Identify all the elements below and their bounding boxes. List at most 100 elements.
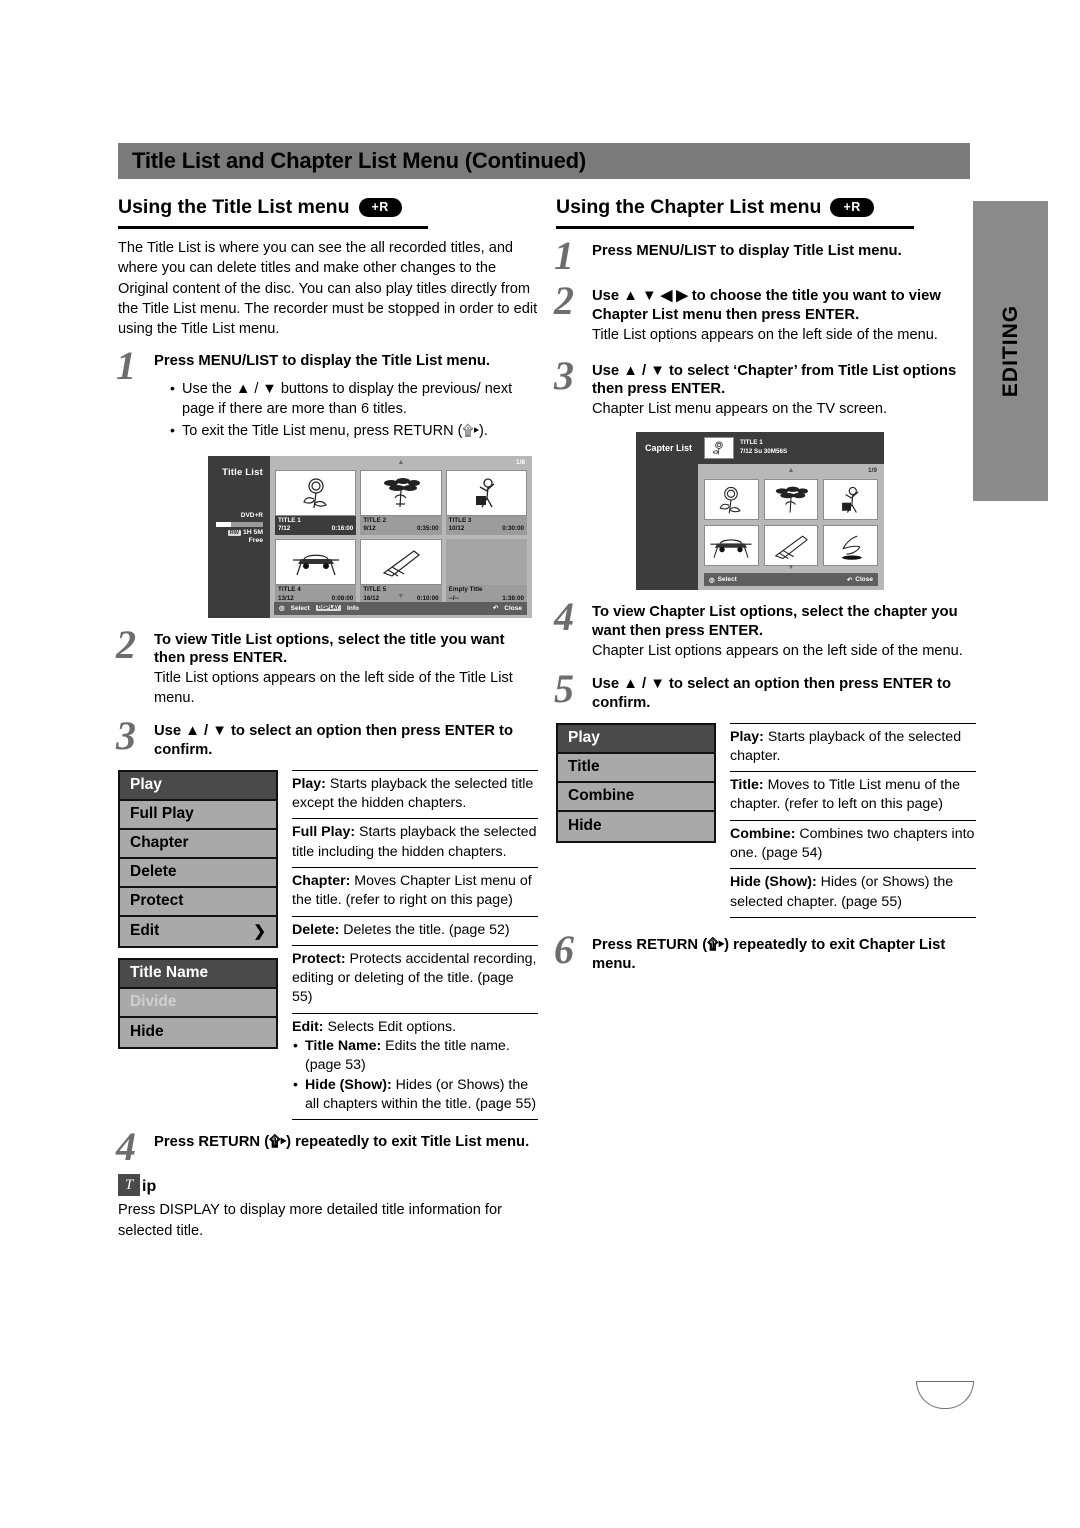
- right-step-3-title: Use ▲ / ▼ to select ‘Chapter’ from Title…: [592, 362, 957, 398]
- option-play[interactable]: Play: [558, 724, 714, 754]
- right-step-6-number: 6: [554, 927, 574, 972]
- left-step-2-title: To view Title List options, select the t…: [154, 631, 505, 667]
- right-step-4-sub: Chapter List options appears on the left…: [592, 642, 963, 659]
- description-term: Full Play:: [292, 824, 356, 841]
- option-play[interactable]: Play: [120, 771, 276, 801]
- right-step-2: 2 Use ▲ ▼ ◀ ▶ to choose the title you wa…: [554, 280, 976, 346]
- title-cell-date: 10/12: [448, 525, 465, 532]
- footer-info-label: Info: [347, 604, 359, 612]
- right-column: Using the Chapter List menu +R 1 Press M…: [554, 196, 976, 974]
- option-chapter[interactable]: Chapter: [120, 829, 276, 859]
- description-play: Play: Starts playback of the selected ch…: [730, 722, 976, 772]
- description-text: Starts playback the selected title excep…: [292, 775, 534, 811]
- tip-text: Press DISPLAY to display more detailed t…: [118, 1202, 502, 1239]
- description-protect: Protect: Protects accidental recording, …: [292, 944, 538, 1013]
- title-cell[interactable]: TITLE 3 10/12 0:30:00: [445, 469, 527, 536]
- option-delete[interactable]: Delete: [120, 858, 276, 888]
- title-cell-length: 0:30:00: [502, 525, 524, 532]
- description-text: Moves to Title List menu of the chapter.…: [730, 777, 960, 813]
- description-term: Play:: [292, 775, 326, 792]
- left-step-3: 3 Use ▲ / ▼ to select an option then pre…: [116, 715, 538, 760]
- option-label: Protect: [130, 892, 184, 910]
- title-cell-date: 9/12: [363, 525, 376, 532]
- right-step-5-number: 5: [554, 665, 574, 711]
- option-hide[interactable]: Hide: [558, 811, 714, 841]
- chapter-list-header: TITLE 1 7/12 Su 30M56S: [698, 432, 884, 465]
- option-full-play[interactable]: Full Play: [120, 800, 276, 830]
- title-list-options-menu: Play Full Play Chapter Delete Protect Ed…: [118, 769, 278, 1121]
- left-column: Using the Title List menu +R The Title L…: [116, 196, 538, 1241]
- title-cell[interactable]: TITLE 1 7/12 0:16:00: [275, 469, 357, 536]
- footer-select-label: Select: [717, 576, 737, 584]
- title-list-screen-main: 1/8 ▲ TITLE 1 7/12 0:16:00 TITLE 2 9/12 …: [270, 456, 532, 618]
- return-icon: ↶: [492, 605, 499, 612]
- tree-icon[interactable]: [763, 479, 819, 521]
- title-list-options-group-primary: Play Full Play Chapter Delete Protect Ed…: [118, 769, 278, 948]
- right-step-4: 4 To view Chapter List options, select t…: [554, 597, 976, 662]
- option-title-name[interactable]: Title Name: [120, 959, 276, 989]
- option-protect[interactable]: Protect: [120, 887, 276, 917]
- right-step-5: 5 Use ▲ / ▼ to select an option then pre…: [554, 668, 976, 713]
- page-title-banner: Title List and Chapter List Menu (Contin…: [118, 143, 970, 179]
- list-item: Use the ▲ / ▼ buttons to display the pre…: [170, 379, 538, 419]
- enter-icon: ◎: [709, 576, 715, 584]
- description-text: Starts playback of the selected chapter.: [730, 728, 962, 764]
- right-step-4-title: To view Chapter List options, select the…: [592, 604, 958, 639]
- chapter-list-options-menu: Play Title Combine Hide: [556, 722, 716, 919]
- title-list-screen-label: Title List: [222, 466, 263, 478]
- figure-icon[interactable]: [823, 479, 878, 521]
- title-list-options-block: Play Full Play Chapter Delete Protect Ed…: [118, 769, 538, 1121]
- option-combine[interactable]: Combine: [558, 782, 714, 812]
- tip-label: ip: [142, 1178, 157, 1196]
- footer-close-label: Close: [504, 604, 522, 612]
- description-term: Title:: [730, 777, 764, 794]
- manual-page: Title List and Chapter List Menu (Contin…: [0, 0, 1080, 1528]
- left-step-1: 1 Press MENU/LIST to display the Title L…: [116, 346, 538, 441]
- car-icon[interactable]: [704, 525, 759, 567]
- option-edit[interactable]: Edit ❯: [120, 916, 276, 946]
- left-step-2: 2 To view Title List options, select the…: [116, 624, 538, 709]
- disc-free-word: Free: [248, 536, 263, 544]
- description-hide: Hide (Show): Hides (or Shows) the select…: [730, 868, 976, 918]
- title-cell-name: TITLE 1: [278, 516, 301, 524]
- title-cell-empty[interactable]: Empty Title --/-- 1:38:00: [445, 539, 527, 605]
- shuttle-icon: [360, 539, 442, 586]
- chapter-list-option-descriptions: Play: Starts playback of the selected ch…: [730, 722, 976, 918]
- scroll-up-arrow-icon: ▲: [397, 458, 405, 466]
- right-step-3-number: 3: [554, 352, 574, 398]
- option-title[interactable]: Title: [558, 753, 714, 783]
- chapter-list-screen-mock: Capter List TITLE 1 7/12 Su 30M56S 1/9 ▲: [636, 432, 884, 591]
- title-cell-name: TITLE 3: [448, 516, 472, 524]
- description-term: Chapter:: [292, 872, 351, 889]
- title-grid: TITLE 1 7/12 0:16:00 TITLE 2 9/12 0:35:0…: [275, 469, 527, 605]
- page-title: Title List and Chapter List Menu (Contin…: [132, 148, 587, 173]
- shuttle-icon[interactable]: [763, 525, 819, 567]
- description-term: Title Name:: [305, 1038, 382, 1055]
- bird-icon[interactable]: [823, 525, 878, 567]
- display-button-chip: DISPLAY: [315, 605, 342, 611]
- option-label: Divide: [130, 993, 177, 1011]
- right-heading-rule: [556, 226, 914, 229]
- rose-icon[interactable]: [704, 479, 759, 521]
- option-label: Delete: [130, 863, 177, 881]
- title-cell-date: 7/12: [278, 525, 291, 532]
- option-hide[interactable]: Hide: [120, 1017, 276, 1047]
- title-list-screen-sidebar: Title List DVD+R RW 1H 5M Free: [208, 455, 270, 618]
- disc-mode-chip: RW: [227, 529, 241, 537]
- empty-icon: [445, 539, 527, 586]
- right-section-title: Using the Chapter List menu: [556, 196, 822, 218]
- title-cell-name: TITLE 2: [363, 516, 387, 524]
- title-cell[interactable]: TITLE 2 9/12 0:35:00: [360, 469, 442, 536]
- option-label: Play: [568, 729, 600, 746]
- enter-icon: ◎: [279, 605, 285, 612]
- chapter-list-screen-footer: ◎ Select ↶ Close: [704, 573, 878, 587]
- option-label: Title Name: [130, 964, 209, 982]
- right-step-3: 3 Use ▲ / ▼ to select ‘Chapter’ from Tit…: [554, 355, 976, 421]
- right-step-6-title: Press RETURN (۩▸) repeatedly to exit Cha…: [592, 937, 946, 972]
- title-cell[interactable]: TITLE 4 13/12 0:08:00: [275, 539, 357, 605]
- plus-r-badge: +R: [358, 197, 402, 218]
- section-tab-label: EDITING: [998, 304, 1022, 398]
- title-cell-name: TITLE 4: [278, 586, 301, 594]
- right-section-heading: Using the Chapter List menu +R: [556, 196, 976, 223]
- option-label: Hide: [568, 817, 602, 834]
